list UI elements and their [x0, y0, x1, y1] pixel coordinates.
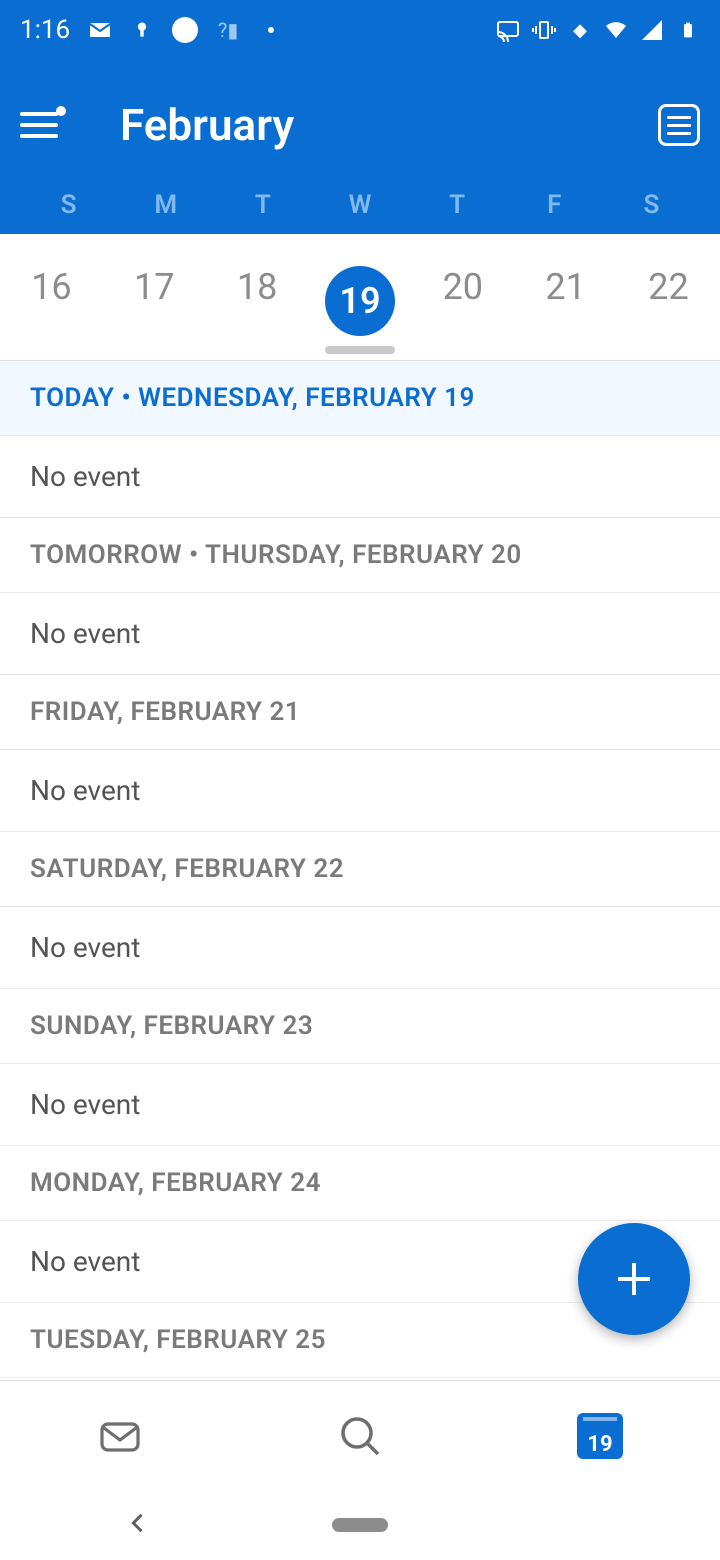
view-toggle-button[interactable] — [658, 104, 700, 146]
battery-icon — [676, 18, 700, 42]
lock-icon — [130, 18, 154, 42]
status-bar: 1:16 ?▮ ◆ — [0, 0, 720, 60]
status-time: 1:16 — [20, 15, 70, 45]
cast-icon — [496, 18, 520, 42]
weekday-label: S — [603, 190, 700, 220]
week-strip[interactable]: 16 17 18 19 20 21 22 — [0, 234, 720, 360]
day-cell[interactable]: 16 — [0, 252, 103, 350]
day-number: 17 — [134, 266, 174, 308]
day-number: 18 — [237, 266, 277, 308]
calendar-icon: 19 — [577, 1413, 623, 1459]
back-button[interactable] — [124, 1509, 152, 1541]
weekday-label: S — [20, 190, 117, 220]
home-pill[interactable] — [332, 1518, 388, 1532]
agenda-section-header: TODAY • WEDNESDAY, FEBRUARY 19 — [0, 361, 720, 436]
day-cell[interactable]: 19 — [309, 252, 412, 350]
weekday-label: T — [214, 190, 311, 220]
drag-handle[interactable] — [325, 346, 395, 354]
weekday-label: W — [311, 190, 408, 220]
day-number: 22 — [648, 266, 688, 308]
data-icon: ◆ — [568, 18, 592, 42]
day-cell[interactable]: 21 — [514, 252, 617, 350]
day-cell[interactable]: 17 — [103, 252, 206, 350]
nav-calendar[interactable]: 19 — [570, 1406, 630, 1466]
notification-dot-icon — [56, 106, 66, 116]
day-cell[interactable]: 18 — [206, 252, 309, 350]
day-number: 19 — [325, 266, 395, 336]
nav-mail[interactable] — [90, 1406, 150, 1466]
agenda-list[interactable]: TODAY • WEDNESDAY, FEBRUARY 19No eventTO… — [0, 360, 720, 1378]
agenda-section-header: TOMORROW • THURSDAY, FEBRUARY 20 — [0, 518, 720, 593]
day-number: 20 — [443, 266, 483, 308]
day-cell[interactable]: 20 — [411, 252, 514, 350]
day-cell[interactable]: 22 — [617, 252, 720, 350]
agenda-section-header: SUNDAY, FEBRUARY 23 — [0, 989, 720, 1064]
agenda-section-header: SATURDAY, FEBRUARY 22 — [0, 832, 720, 907]
weekday-label: T — [409, 190, 506, 220]
nav-search[interactable] — [330, 1406, 390, 1466]
agenda-event-row[interactable]: No event — [0, 750, 720, 832]
weekday-label: F — [506, 190, 603, 220]
agenda-section-header: MONDAY, FEBRUARY 24 — [0, 1146, 720, 1221]
vibrate-icon — [532, 18, 556, 42]
weekday-row: SMTWTFS — [20, 160, 700, 234]
circle-icon — [172, 17, 198, 43]
month-title[interactable]: February — [120, 99, 294, 151]
cell-signal-icon — [640, 18, 664, 42]
agenda-section-header: FRIDAY, FEBRUARY 21 — [0, 675, 720, 750]
agenda-event-row[interactable]: No event — [0, 907, 720, 989]
signal-question-icon: ?▮ — [216, 18, 240, 42]
weekday-label: M — [117, 190, 214, 220]
bottom-nav: 19 — [0, 1380, 720, 1490]
wifi-icon — [604, 18, 628, 42]
agenda-event-row[interactable]: No event — [0, 1064, 720, 1146]
calendar-day-number: 19 — [587, 1432, 612, 1457]
day-number: 16 — [31, 266, 71, 308]
app-header: February SMTWTFS — [0, 60, 720, 234]
dot-icon — [268, 27, 274, 33]
day-number: 21 — [545, 266, 585, 308]
system-nav — [0, 1490, 720, 1560]
agenda-event-row[interactable]: No event — [0, 593, 720, 675]
mail-icon — [88, 18, 112, 42]
menu-button[interactable] — [20, 112, 70, 138]
agenda-event-row[interactable]: No event — [0, 436, 720, 518]
add-event-button[interactable] — [578, 1223, 690, 1335]
